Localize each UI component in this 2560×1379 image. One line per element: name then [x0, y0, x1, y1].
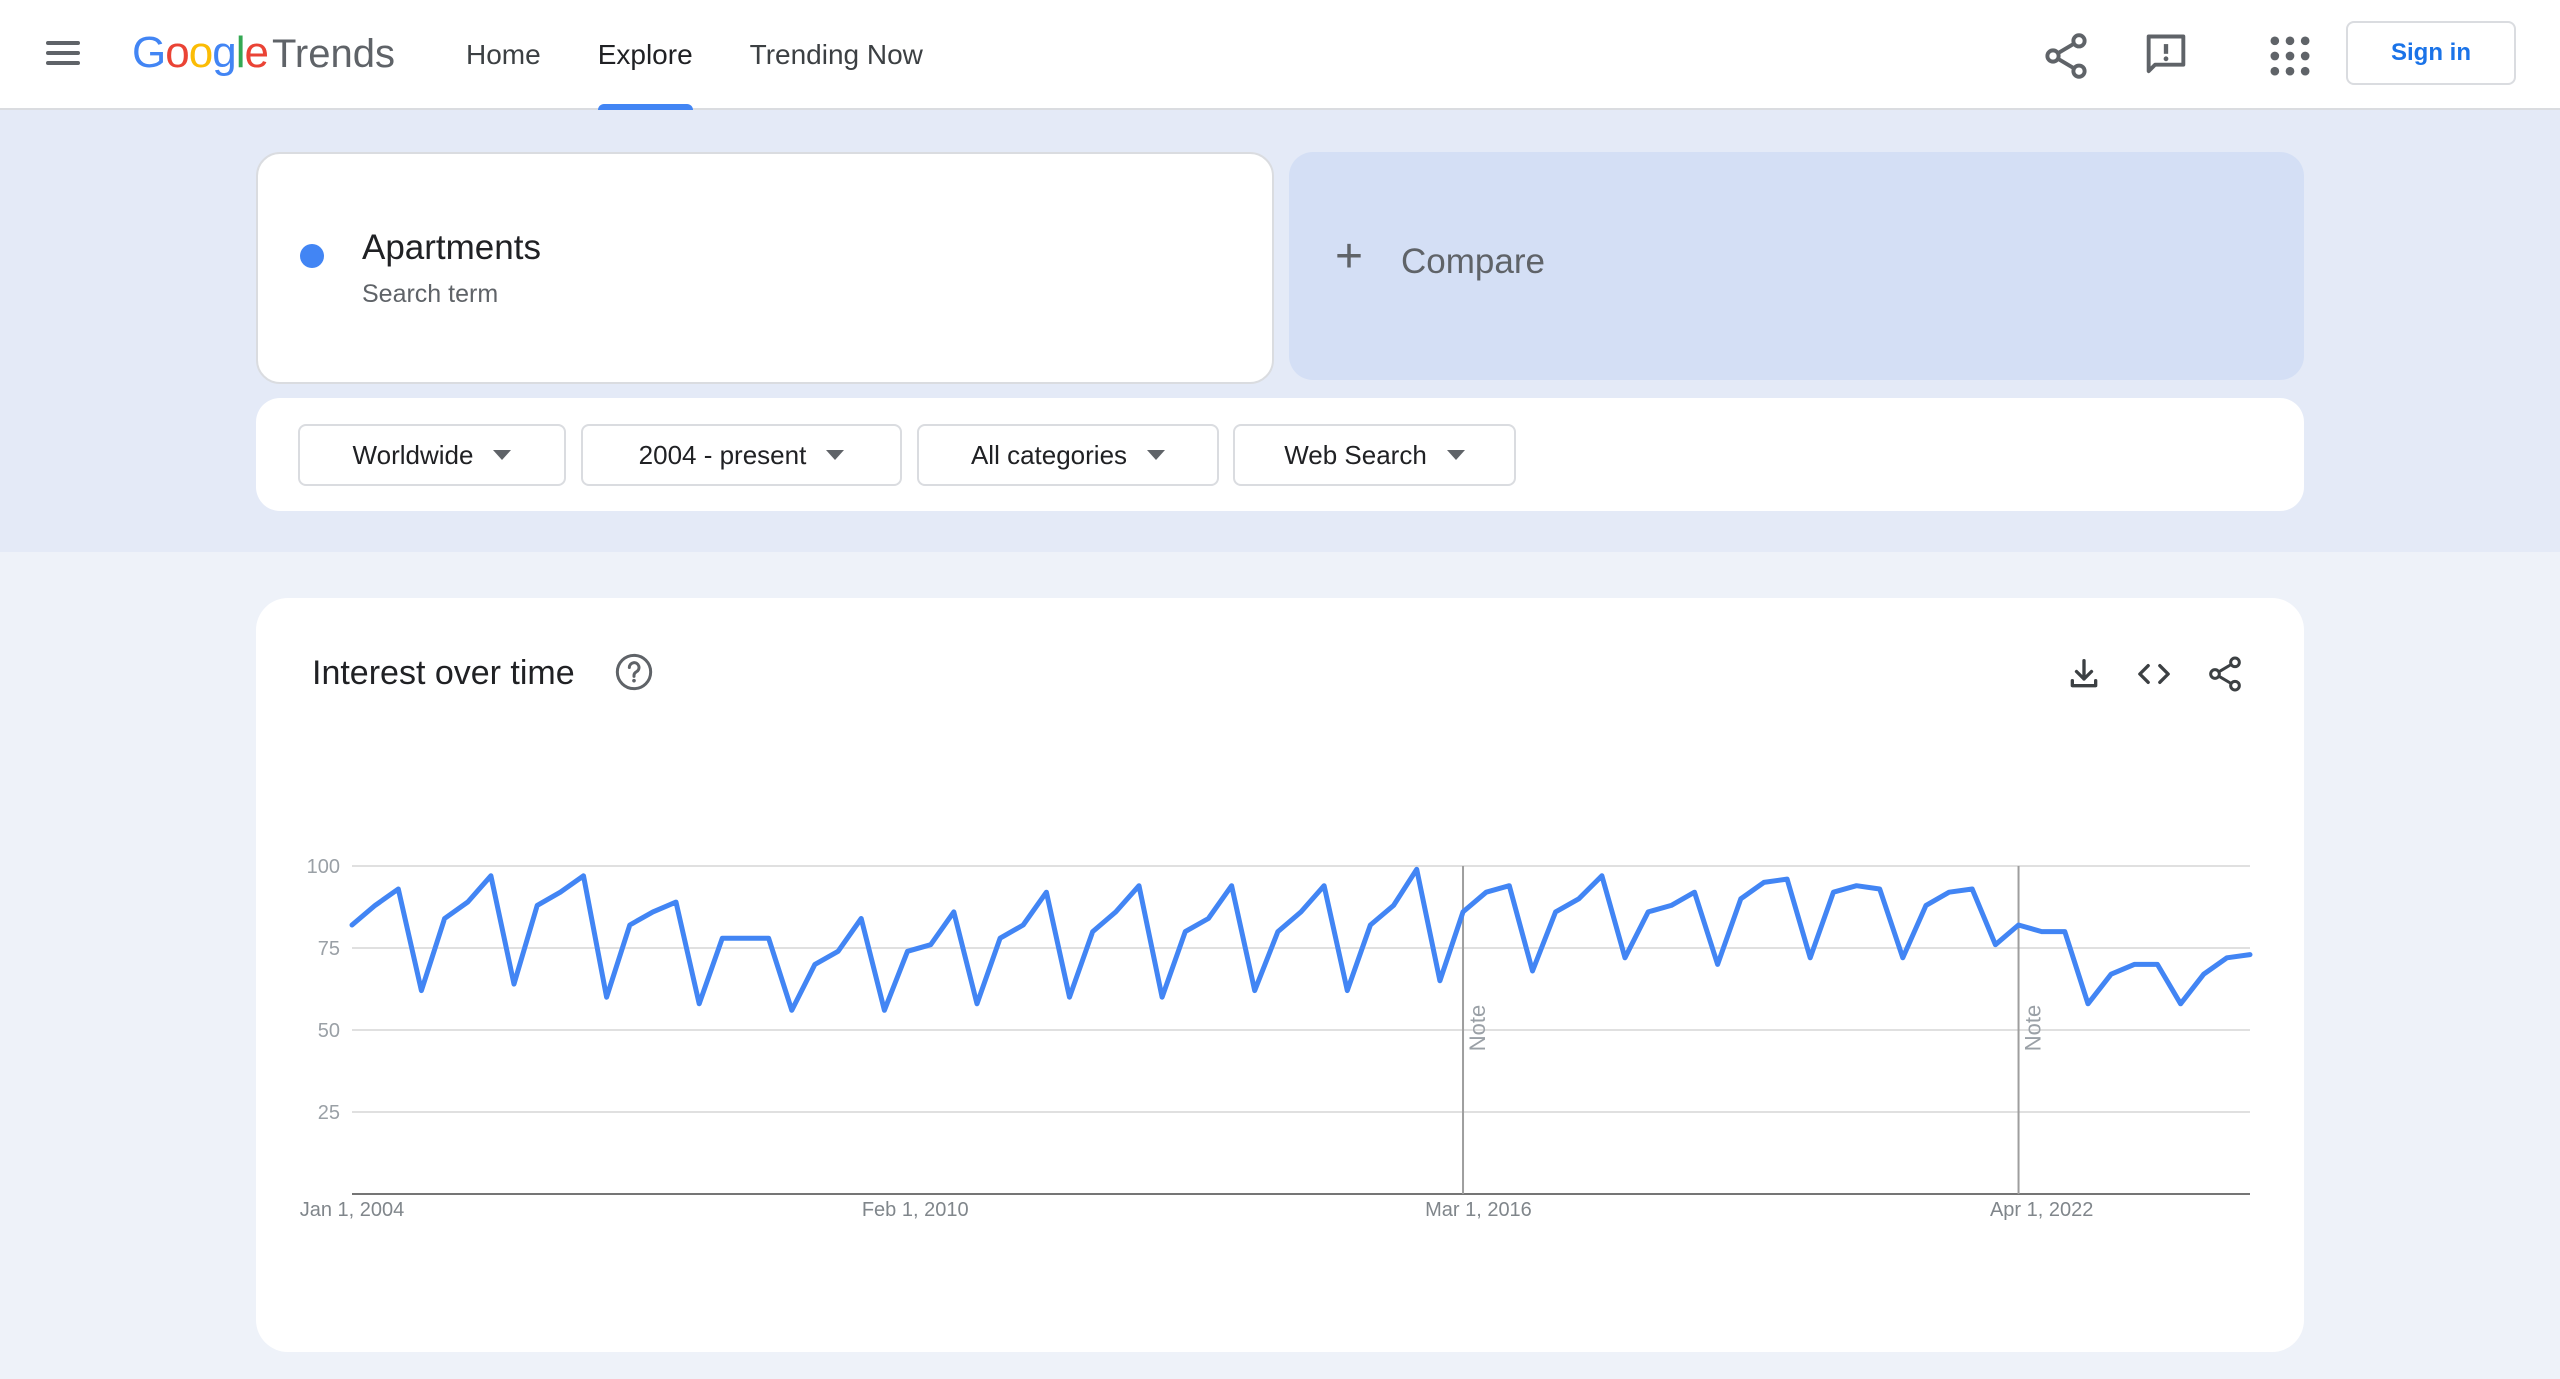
x-tick-label: Jan 1, 2004	[300, 1199, 405, 1221]
time-filter[interactable]: 2004 - present	[581, 424, 902, 486]
compare-label: Compare	[1401, 242, 1545, 281]
nav-home[interactable]: Home	[466, 0, 541, 110]
region-filter-label: Worldwide	[352, 439, 474, 470]
interest-line-chart: 25 50 75 100 Note Note Jan 1, 2004 Feb 1, 2010 M…	[300, 856, 2253, 1221]
y-tick-label: 50	[318, 1020, 340, 1042]
x-tick-label: Mar 1, 2016	[1425, 1199, 1532, 1221]
menu-icon[interactable]	[40, 35, 86, 75]
top-header: Google Trends Home Explore Trending Now …	[0, 0, 2560, 110]
dropdown-arrow-icon	[493, 450, 512, 460]
main-nav: Home Explore Trending Now	[466, 0, 980, 110]
annotation-label: Note	[1465, 1005, 1490, 1051]
nav-trending-now[interactable]: Trending Now	[750, 0, 923, 110]
search-term-name[interactable]: Apartments	[362, 228, 541, 268]
x-tick-label: Feb 1, 2010	[862, 1199, 969, 1221]
y-tick-label: 75	[318, 938, 340, 960]
feedback-icon[interactable]	[2140, 30, 2192, 82]
annotation-label: Note	[2021, 1005, 2046, 1051]
logo-google: Google	[132, 28, 269, 77]
dropdown-arrow-icon	[826, 450, 845, 460]
logo-trends: Trends	[271, 32, 395, 76]
dropdown-arrow-icon	[1446, 450, 1465, 460]
nav-explore[interactable]: Explore	[597, 0, 693, 110]
region-filter[interactable]: Worldwide	[298, 424, 566, 486]
google-trends-logo[interactable]: Google Trends	[132, 28, 395, 84]
series-line	[349, 866, 2253, 1013]
interest-over-time-card: Interest over time 25 50 75 100 Note Note Jan …	[256, 598, 2304, 1352]
apps-icon[interactable]	[2264, 30, 2316, 82]
search-term-card[interactable]: Apartments Search term	[256, 152, 1274, 384]
filter-bar: Worldwide 2004 - present All categories …	[256, 398, 2304, 511]
term-color-dot	[300, 244, 324, 268]
plus-icon: +	[1335, 230, 1364, 283]
search-type-filter-label: Web Search	[1284, 439, 1427, 470]
y-tick-label: 100	[307, 856, 340, 878]
sign-in-button[interactable]: Sign in	[2346, 21, 2516, 85]
search-type-filter[interactable]: Web Search	[1233, 424, 1516, 486]
compare-button[interactable]: + Compare	[1289, 152, 2304, 380]
time-filter-label: 2004 - present	[638, 439, 807, 470]
search-term-type: Search term	[362, 280, 499, 308]
category-filter[interactable]: All categories	[917, 424, 1219, 486]
y-tick-label: 25	[318, 1102, 340, 1124]
category-filter-label: All categories	[970, 439, 1128, 470]
dropdown-arrow-icon	[1147, 450, 1166, 460]
share-icon[interactable]	[2040, 30, 2092, 82]
x-tick-label: Apr 1, 2022	[1990, 1199, 2093, 1221]
